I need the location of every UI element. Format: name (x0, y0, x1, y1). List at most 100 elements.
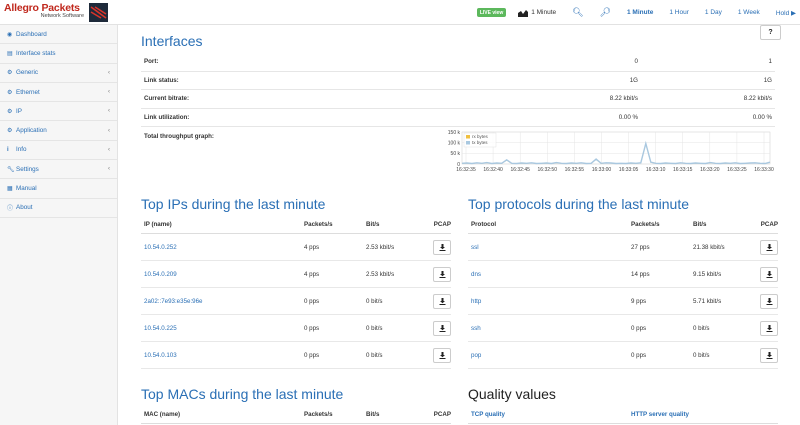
bits-value: 5.71 kbit/s (693, 297, 722, 305)
pcap-download-button[interactable] (433, 266, 451, 282)
pcap-download-button[interactable] (433, 293, 451, 309)
brand[interactable]: Allegro Packets Network Software (4, 2, 84, 19)
legend-label: rx bytes (472, 134, 489, 139)
sidebar-item-dashboard[interactable]: ◉ Dashboard (0, 25, 117, 45)
gear-icon: ⚙ (7, 128, 13, 135)
sidebar-item-label: Info (16, 146, 27, 154)
top-nav: LIVE view 1 Minute 🔍︎ 🔎︎ 1 Minute 1 Hour… (469, 0, 800, 25)
row-label: Link utilization: (144, 113, 190, 121)
book-icon: ▦ (7, 186, 13, 193)
sidebar-item-settings[interactable]: 🔧︎ Settings ‹ (0, 160, 117, 180)
protocol-link[interactable]: pop (468, 352, 631, 359)
y-tick-label: 100 k (448, 140, 461, 146)
table-header: IP (name) Packets/s Bit/s PCAP (141, 216, 451, 234)
x-tick-label: 16:33:10 (646, 167, 666, 173)
pcap-download-button[interactable] (760, 293, 778, 309)
sidebar-item-application[interactable]: ⚙ Application ‹ (0, 121, 117, 141)
sidebar-item-ethernet[interactable]: ⚙ Ethernet ‹ (0, 83, 117, 103)
port-0-value: 0.00 % (618, 113, 638, 121)
legend-swatch (466, 141, 470, 145)
chart-icon: ▤ (7, 50, 13, 57)
column-header: Protocol (471, 221, 497, 228)
sidebar-item-label: Dashboard (16, 30, 47, 38)
sidebar-item-generic[interactable]: ⚙ Generic ‹ (0, 64, 117, 83)
sidebar-item-manual[interactable]: ▦ Manual (0, 179, 117, 199)
ip-link[interactable]: 10.54.0.252 (141, 244, 304, 251)
throughput-graph[interactable]: 050 k100 k150 k16:32:35 16:32:40 16:32:45 1… (440, 129, 774, 177)
y-tick-label: 150 k (448, 130, 461, 136)
pcap-download-button[interactable] (760, 239, 778, 255)
wrench-icon: 🔧︎ (7, 166, 15, 173)
http-server-quality-link[interactable]: HTTP server quality (631, 411, 689, 418)
zoom-in-icon[interactable]: 🔍︎ (572, 7, 583, 18)
help-button[interactable]: ? (760, 25, 781, 40)
table-row: Current bitrate: 8.22 kbit/s 8.22 kbit/s (141, 90, 775, 109)
pcap-download-button[interactable] (760, 347, 778, 363)
table-row: 10.54.0.225 0 pps 0 bit/s (141, 315, 451, 342)
port-0-value: 8.22 kbit/s (609, 95, 638, 103)
x-tick-label: 16:32:45 (510, 167, 530, 173)
pcap-download-button[interactable] (433, 347, 451, 363)
sidebar-item-info[interactable]: i Info ‹ (0, 141, 117, 161)
interval-selector[interactable]: 1 Minute (518, 9, 556, 17)
download-icon (766, 324, 772, 332)
packets-value: 0 pps (304, 324, 320, 332)
interfaces-title: Interfaces (141, 33, 203, 49)
top-ips-title: Top IPs during the last minute (141, 196, 326, 212)
ip-link[interactable]: 10.54.0.103 (141, 352, 304, 359)
ip-link[interactable]: 2a02::7e93:e35e:96e (141, 298, 304, 305)
sidebar-item-label: Manual (16, 185, 37, 193)
table-row: 10.54.0.103 0 pps 0 bit/s (141, 342, 451, 369)
column-header: Packets/s (304, 221, 333, 228)
packets-value: 0 pps (304, 297, 320, 305)
table-header: MAC (name) Packets/s Bit/s PCAP (141, 406, 451, 424)
download-icon (439, 270, 445, 278)
ip-link[interactable]: 10.54.0.209 (141, 271, 304, 278)
ip-link[interactable]: 10.54.0.225 (141, 325, 304, 332)
protocol-link[interactable]: http (468, 298, 631, 305)
sidebar-item-ip[interactable]: ⚙ IP ‹ (0, 102, 117, 122)
table-row: 10.54.0.252 4 pps 2.53 kbit/s (141, 234, 451, 261)
chevron-left-icon: ‹ (108, 89, 110, 96)
port-1-value: 0.00 % (752, 113, 772, 121)
top-bar: Allegro Packets Network Software LIVE vi… (0, 0, 800, 25)
port-1-value: 8.22 kbit/s (743, 95, 772, 103)
pcap-download-button[interactable] (433, 239, 451, 255)
x-tick-label: 16:33:05 (619, 167, 639, 173)
table-row: Link status: 1G 1G (141, 72, 775, 90)
legend-label: tx bytes (472, 140, 488, 145)
live-view-badge[interactable]: LIVE view (476, 8, 507, 17)
range-1-minute[interactable]: 1 Minute (627, 9, 653, 16)
x-tick-label: 16:32:55 (565, 167, 585, 173)
table-header: TCP quality HTTP server quality (468, 406, 778, 424)
top-macs-table: MAC (name) Packets/s Bit/s PCAP (141, 406, 451, 424)
x-tick-label: 16:32:40 (483, 167, 503, 173)
chevron-left-icon: ‹ (108, 127, 110, 134)
info-circle-icon: ⓘ (7, 206, 14, 213)
bits-value: 0 bit/s (366, 351, 383, 359)
bits-value: 0 bit/s (693, 324, 710, 332)
hold-button[interactable]: Hold ▶ (776, 9, 796, 17)
download-icon (766, 351, 772, 359)
gear-icon: ⚙ (7, 70, 13, 77)
protocol-link[interactable]: ssl (468, 244, 631, 251)
sidebar: ◉ Dashboard ▤ Interface stats ⚙ Generic … (0, 25, 118, 425)
sidebar-item-about[interactable]: ⓘ About (0, 199, 117, 218)
legend-swatch (466, 135, 470, 139)
protocol-link[interactable]: ssh (468, 325, 631, 332)
download-icon (766, 243, 772, 251)
pcap-download-button[interactable] (760, 266, 778, 282)
chevron-left-icon: ‹ (108, 166, 110, 173)
zoom-out-icon[interactable]: 🔎︎ (600, 7, 611, 18)
sidebar-item-interface-stats[interactable]: ▤ Interface stats (0, 44, 117, 64)
pcap-download-button[interactable] (760, 320, 778, 336)
bits-value: 2.53 kbit/s (366, 270, 395, 278)
sidebar-item-label: Ethernet (16, 88, 40, 96)
gear-icon: ⚙ (7, 108, 13, 115)
pcap-download-button[interactable] (433, 320, 451, 336)
range-1-day[interactable]: 1 Day (705, 9, 722, 16)
range-1-week[interactable]: 1 Week (738, 9, 760, 16)
range-1-hour[interactable]: 1 Hour (669, 9, 689, 16)
tcp-quality-link[interactable]: TCP quality (468, 411, 631, 418)
protocol-link[interactable]: dns (468, 271, 631, 278)
